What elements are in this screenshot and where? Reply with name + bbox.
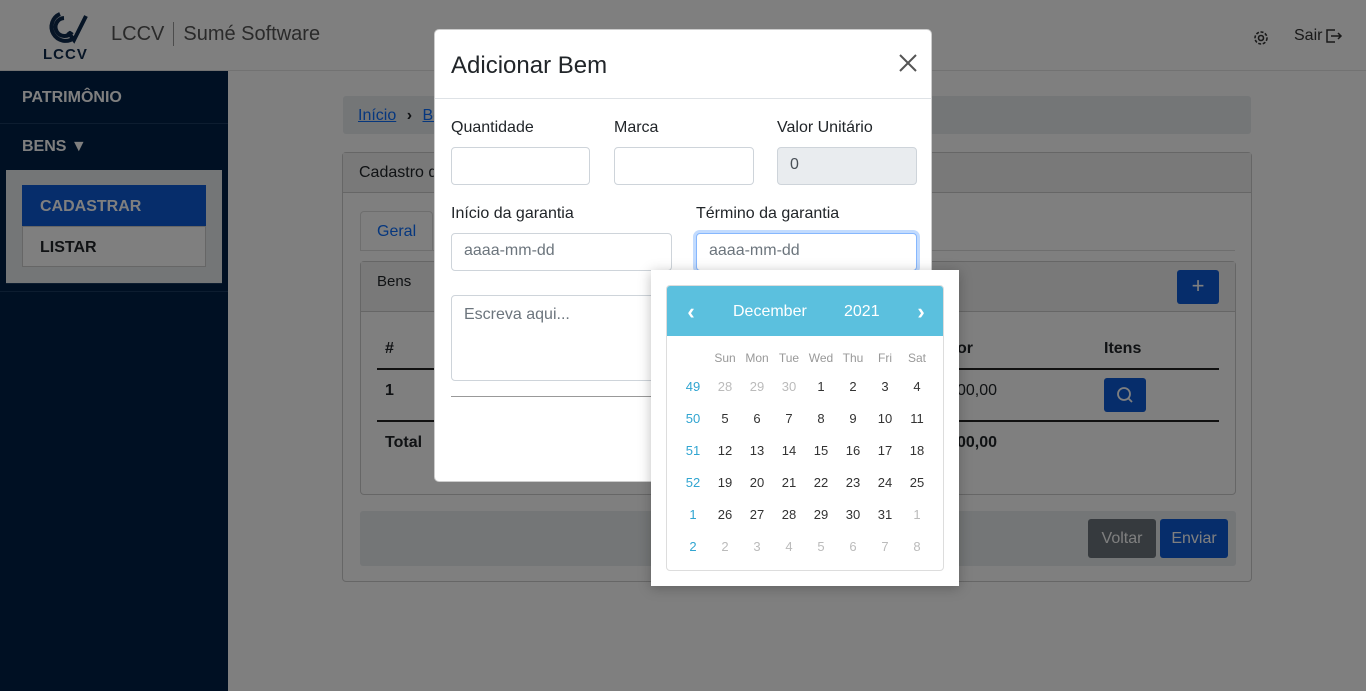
marca-input[interactable] xyxy=(614,147,754,185)
next-month-button[interactable]: › xyxy=(911,299,931,325)
modal-header-divider xyxy=(435,98,931,99)
termino-garantia-input[interactable]: aaaa-mm-dd xyxy=(696,233,917,271)
quantidade-input[interactable] xyxy=(451,147,590,185)
day-cell[interactable]: 1 xyxy=(805,379,837,394)
day-cell[interactable]: 19 xyxy=(709,475,741,490)
day-cell[interactable]: 25 xyxy=(901,475,933,490)
day-cell[interactable]: 24 xyxy=(869,475,901,490)
day-cell[interactable]: 15 xyxy=(805,443,837,458)
day-cell[interactable]: 28 xyxy=(773,507,805,522)
day-cell[interactable]: 8 xyxy=(805,411,837,426)
day-cell[interactable]: 21 xyxy=(773,475,805,490)
week-number: 2 xyxy=(689,538,697,554)
day-cell[interactable]: 18 xyxy=(901,443,933,458)
week-number: 51 xyxy=(685,442,701,458)
datepicker-day-names: Sun Mon Tue Wed Thu Fri Sat xyxy=(677,346,933,370)
datepicker-header: ‹ December 2021 › xyxy=(667,286,943,336)
day-name: Sat xyxy=(907,351,926,365)
datepicker-week-row: 49 28 29 30 1 2 3 4 xyxy=(677,370,933,402)
day-name: Tue xyxy=(778,351,800,365)
day-cell[interactable]: 3 xyxy=(741,539,773,554)
day-cell[interactable]: 22 xyxy=(805,475,837,490)
day-cell[interactable]: 26 xyxy=(709,507,741,522)
datepicker-week-row: 1 26 27 28 29 30 31 1 xyxy=(677,498,933,530)
datepicker-calendar: ‹ December 2021 › Sun Mon Tue Wed Thu Fri Sat 4… xyxy=(666,285,944,571)
day-cell[interactable]: 6 xyxy=(837,539,869,554)
day-cell[interactable]: 5 xyxy=(709,411,741,426)
week-number: 1 xyxy=(689,506,697,522)
day-cell[interactable]: 9 xyxy=(837,411,869,426)
day-cell[interactable]: 11 xyxy=(901,411,933,426)
datepicker-week-row: 22345678 xyxy=(677,530,933,562)
datepicker-grid: Sun Mon Tue Wed Thu Fri Sat 49 28 29 30 1 2 3 4 50 5 6 7 8 9… xyxy=(677,346,933,562)
day-cell[interactable]: 6 xyxy=(741,411,773,426)
marca-label: Marca xyxy=(614,119,659,136)
datepicker-week-row: 50 5 6 7 8 9 10 11 xyxy=(677,402,933,434)
day-cell[interactable]: 8 xyxy=(901,539,933,554)
day-cell[interactable]: 5 xyxy=(805,539,837,554)
datepicker-year[interactable]: 2021 xyxy=(844,303,880,321)
day-name: Fri xyxy=(878,351,892,365)
day-name: Sun xyxy=(714,351,736,365)
day-cell[interactable]: 29 xyxy=(805,507,837,522)
inicio-garantia-input[interactable]: aaaa-mm-dd xyxy=(451,233,672,271)
day-cell[interactable]: 3 xyxy=(869,379,901,394)
day-cell[interactable]: 14 xyxy=(773,443,805,458)
day-cell[interactable]: 16 xyxy=(837,443,869,458)
inicio-garantia-label: Início da garantia xyxy=(451,205,574,222)
day-cell[interactable]: 27 xyxy=(741,507,773,522)
day-cell[interactable]: 13 xyxy=(741,443,773,458)
day-cell[interactable]: 23 xyxy=(837,475,869,490)
modal-title: Adicionar Bem xyxy=(451,52,608,79)
day-cell[interactable]: 1 xyxy=(901,507,933,522)
day-cell[interactable]: 2 xyxy=(837,379,869,394)
valor-unitario-input: 0 xyxy=(777,147,917,185)
day-cell[interactable]: 12 xyxy=(709,443,741,458)
datepicker-week-row: 52 19 20 21 22 23 24 25 xyxy=(677,466,933,498)
modal-section-divider xyxy=(451,396,661,397)
datepicker-month[interactable]: December xyxy=(733,303,807,321)
day-cell[interactable]: 29 xyxy=(741,379,773,394)
day-cell[interactable]: 20 xyxy=(741,475,773,490)
day-cell[interactable]: 2 xyxy=(709,539,741,554)
day-cell[interactable]: 4 xyxy=(773,539,805,554)
day-cell[interactable]: 30 xyxy=(773,379,805,394)
day-cell[interactable]: 17 xyxy=(869,443,901,458)
week-number: 49 xyxy=(685,378,701,394)
termino-garantia-label: Término da garantia xyxy=(696,205,840,222)
day-cell[interactable]: 10 xyxy=(869,411,901,426)
day-cell[interactable]: 28 xyxy=(709,379,741,394)
week-number: 50 xyxy=(685,410,701,426)
day-name: Wed xyxy=(808,351,834,365)
day-cell[interactable]: 30 xyxy=(837,507,869,522)
quantidade-label: Quantidade xyxy=(451,119,534,136)
prev-month-button[interactable]: ‹ xyxy=(681,299,701,325)
day-cell[interactable]: 7 xyxy=(773,411,805,426)
descricao-textarea[interactable]: Escreva aqui... xyxy=(451,295,671,381)
valor-unitario-label: Valor Unitário xyxy=(777,119,873,136)
datepicker-week-row: 51 12 13 14 15 16 17 18 xyxy=(677,434,933,466)
day-cell[interactable]: 31 xyxy=(869,507,901,522)
day-cell[interactable]: 4 xyxy=(901,379,933,394)
datepicker: ‹ December 2021 › Sun Mon Tue Wed Thu Fri Sat 4… xyxy=(651,270,959,586)
day-cell[interactable]: 7 xyxy=(869,539,901,554)
day-name: Mon xyxy=(745,351,769,365)
day-name: Thu xyxy=(842,351,864,365)
close-icon[interactable] xyxy=(897,52,919,74)
week-number: 52 xyxy=(685,474,701,490)
